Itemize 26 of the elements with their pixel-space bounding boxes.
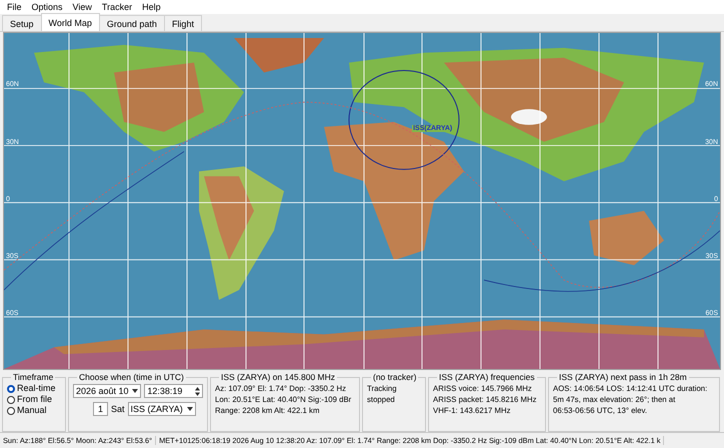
- date-field[interactable]: 2026 août 10: [73, 384, 142, 398]
- satellite-select[interactable]: ISS (ZARYA): [128, 402, 196, 416]
- menu-item[interactable]: Help: [137, 2, 166, 12]
- menu-item[interactable]: File: [2, 2, 27, 12]
- group-title: ISS (ZARYA) frequencies: [438, 372, 536, 382]
- step-button[interactable]: 1: [93, 402, 108, 416]
- tab[interactable]: Setup: [2, 15, 42, 31]
- time-field[interactable]: 12:38:19: [144, 384, 203, 398]
- group-title: Choose when (time in UTC): [78, 372, 185, 382]
- radio-option[interactable]: From file: [7, 394, 61, 405]
- tab[interactable]: World Map: [40, 13, 100, 31]
- sat-label: Sat: [111, 404, 125, 414]
- calendar-dropdown-icon: [132, 389, 138, 393]
- menu-item[interactable]: View: [68, 2, 97, 12]
- menu-item[interactable]: Tracker: [96, 2, 138, 12]
- radio-option[interactable]: Manual: [7, 405, 61, 416]
- tab[interactable]: Ground path: [98, 15, 165, 31]
- menu-item[interactable]: Options: [26, 2, 68, 12]
- radio-option[interactable]: Real-time: [7, 383, 61, 394]
- spin-arrows-icon: [195, 386, 200, 396]
- group-title: (no tracker): [372, 372, 418, 382]
- group-title: ISS (ZARYA) on 145.800 MHz: [220, 372, 336, 382]
- group-title: Timeframe: [12, 372, 54, 382]
- group-title: ISS (ZARYA) next pass in 1h 28m: [558, 372, 688, 382]
- dropdown-caret-icon: [186, 407, 193, 411]
- tab[interactable]: Flight: [164, 15, 202, 31]
